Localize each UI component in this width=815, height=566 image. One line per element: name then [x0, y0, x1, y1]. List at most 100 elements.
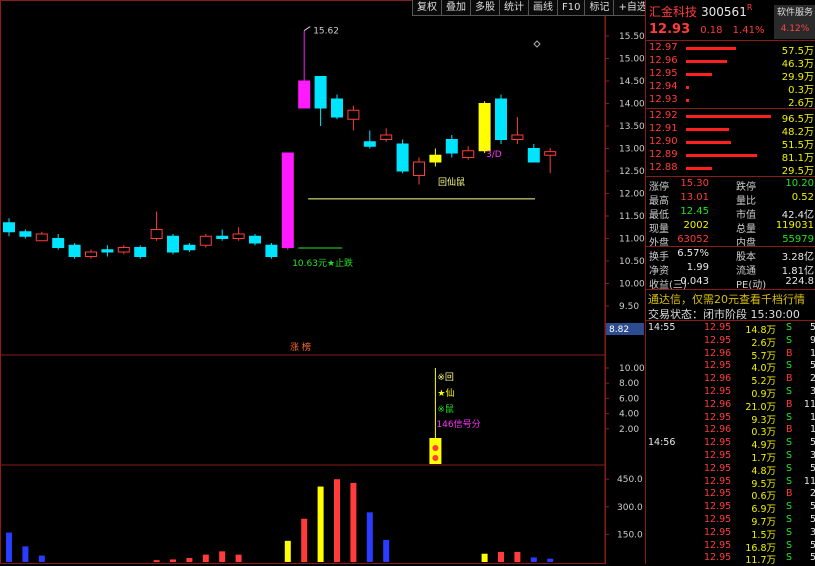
tick-price: 12.95: [704, 526, 732, 538]
stat-value: 0.043: [680, 276, 709, 287]
ask-level[interactable]: 12.94 0.3万: [646, 81, 815, 96]
tick-side: S: [786, 552, 793, 564]
stat-value: 15.30: [680, 178, 709, 189]
tick-count: 5: [809, 514, 815, 525]
tick-row: 12.96 21.0万 B 11: [646, 398, 815, 413]
restore-rights-button[interactable]: 复权: [412, 0, 441, 16]
ask-level[interactable]: 12.96 46.3万: [646, 55, 815, 70]
stat-label: 股本: [736, 252, 756, 263]
bid-level[interactable]: 12.91 48.2万: [646, 123, 815, 138]
draw-line-button[interactable]: 画线: [528, 0, 557, 16]
ask-level[interactable]: 12.93 2.6万: [646, 94, 815, 109]
price-line: 12.93 0.18 1.41%: [649, 22, 764, 37]
candle-body: [347, 109, 360, 120]
bid-level[interactable]: 12.88 29.5万: [646, 162, 815, 177]
tick-side: S: [786, 526, 793, 538]
stat-label: 换手: [649, 252, 669, 263]
stock-flag: R: [746, 3, 753, 12]
tick-side: S: [786, 462, 793, 474]
stat-label: 流通: [736, 266, 756, 277]
tick-row: 14:55 12.95 14.8万 S 5: [646, 322, 815, 336]
bid-level[interactable]: 12.92 96.5万: [646, 110, 815, 125]
cursor-value: 8.82: [609, 325, 629, 335]
multi-stock-button[interactable]: 多股: [470, 0, 499, 16]
stat-label: 涨停: [649, 182, 669, 193]
candle-body: [363, 141, 376, 147]
stat-label: 市值: [736, 210, 756, 221]
tick-price: 12.95: [704, 514, 732, 525]
order-volume-bar: [686, 167, 713, 170]
volume-tick-label: 150.0: [617, 530, 643, 540]
stat-value: 224.8: [785, 276, 814, 287]
candle-body: [544, 151, 557, 156]
tick-price: 12.95: [704, 450, 732, 461]
tick-price: 12.96: [704, 373, 732, 385]
bid-level[interactable]: 12.90 51.5万: [646, 136, 815, 151]
tick-time: 14:56: [648, 437, 676, 449]
volume-bar: [22, 546, 29, 562]
candle-body: [298, 80, 311, 109]
f10-button[interactable]: F10: [557, 0, 585, 16]
tick-count: 11: [803, 475, 815, 487]
divider: [646, 176, 815, 177]
volume-bar: [498, 551, 504, 562]
price-tick-label: 15.50: [619, 32, 645, 42]
tick-count: 1: [809, 347, 815, 359]
statistics-button[interactable]: 统计: [499, 0, 528, 16]
tick-row: 12.95 16.8万 S 5: [646, 540, 815, 554]
order-price: 12.95: [649, 68, 678, 79]
tick-side: S: [786, 322, 793, 333]
volume-bar: [481, 553, 488, 562]
volume-bar: [530, 557, 537, 562]
candle-body: [35, 233, 48, 242]
stat-value: 1.99: [686, 262, 709, 273]
divider: [646, 108, 815, 109]
ask-level[interactable]: 12.97 57.5万: [646, 42, 815, 57]
order-volume-bar: [686, 128, 729, 131]
volume-tick-label: 300.0: [617, 503, 643, 513]
tick-row: 12.95 1.7万 S 3: [646, 450, 815, 464]
tick-count: 1: [809, 424, 815, 436]
stat-row: 净资 1.99 流通 1.81亿: [646, 262, 815, 277]
candle-body: [150, 229, 163, 239]
stat-row: 收益(三) 0.043 PE(动) 224.8: [646, 276, 815, 291]
mark-button[interactable]: 标记: [584, 0, 614, 16]
kline-chart[interactable]: 15.50 15.00 14.50 14.00 13.50 13.00 12.50 12.00…: [0, 0, 645, 564]
order-volume-bar: [686, 154, 758, 157]
divider: [646, 40, 815, 41]
price-tick-label: 11.00: [619, 235, 645, 245]
divider: [646, 320, 815, 321]
volume-bar: [170, 559, 176, 562]
candle-body: [478, 103, 491, 152]
tick-side: S: [786, 386, 793, 397]
indicator-tick-label: 4.00: [619, 410, 639, 420]
tick-row: 12.95 0.9万 S 3: [646, 386, 815, 400]
bid-level[interactable]: 12.89 81.1万: [646, 149, 815, 164]
tick-count: 11: [803, 398, 815, 410]
order-volume-bar: [686, 86, 689, 89]
stat-value: 42.4亿: [781, 210, 814, 221]
volume-bar: [301, 518, 308, 562]
quote-panel: 汇金科技 300561R 软件服务 4.12% 12.93 0.18 1.41% …: [645, 0, 815, 566]
signal-label: 回仙鼠: [438, 176, 465, 188]
candle-body: [249, 235, 261, 244]
tick-side: S: [786, 334, 793, 346]
candle-body: [495, 98, 507, 140]
max-price-label: 15.62: [313, 27, 339, 37]
tick-count: 5: [809, 552, 815, 564]
price-change-pct: 1.41%: [732, 25, 765, 36]
order-price: 12.94: [649, 81, 678, 92]
tick-price: 12.95: [704, 334, 732, 346]
ad-banner[interactable]: 通达信，仅需20元查看千档行情: [648, 291, 805, 307]
ask-level[interactable]: 12.95 29.9万: [646, 68, 815, 83]
stat-value: 63052: [677, 234, 709, 245]
software-service-button[interactable]: 软件服务 4.12%: [774, 5, 815, 39]
volume-bar: [153, 560, 160, 562]
price-tick-label: 12.00: [619, 190, 645, 200]
stat-value: 12.45: [680, 206, 709, 217]
overlay-button[interactable]: 叠加: [441, 0, 470, 16]
volume-bar: [235, 554, 242, 562]
price-tick-label: 12.50: [619, 167, 645, 177]
volume-bar: [38, 555, 45, 562]
tick-side: B: [786, 424, 793, 436]
